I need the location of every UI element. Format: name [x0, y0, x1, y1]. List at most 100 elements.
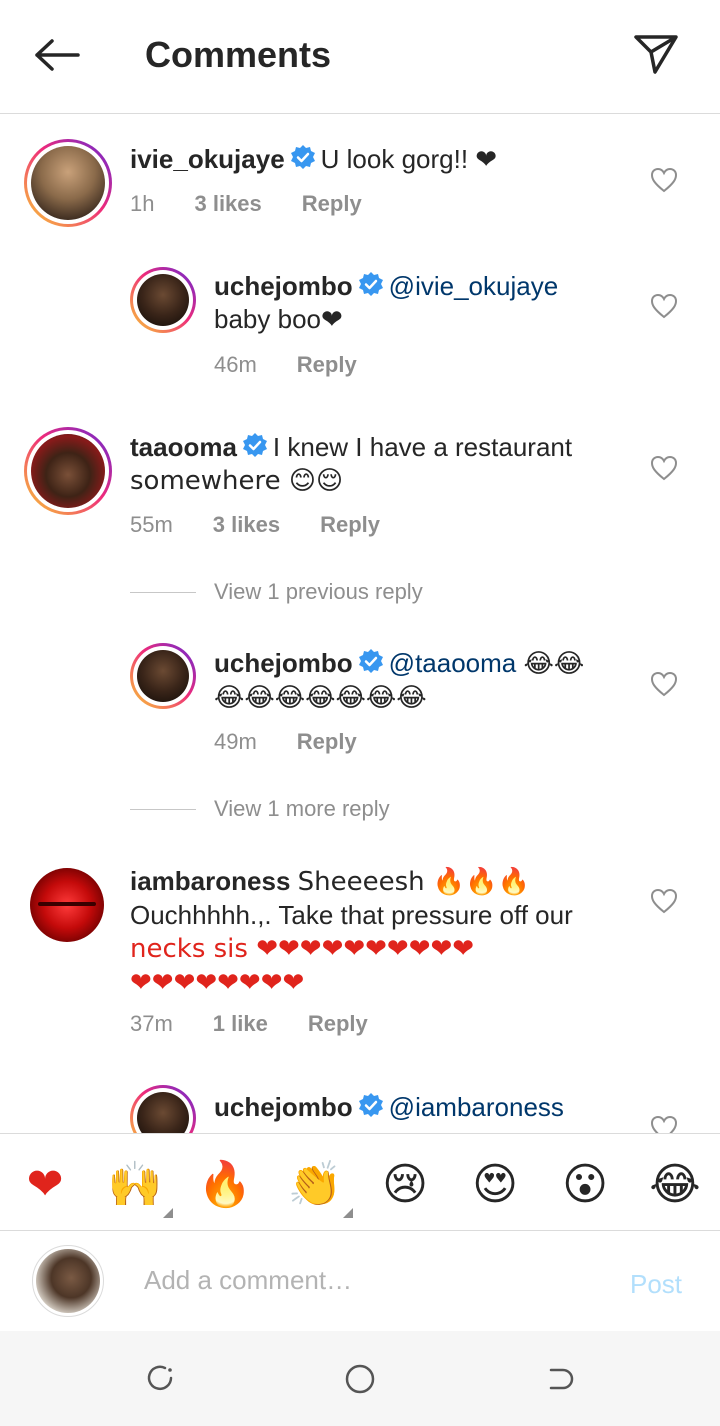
- view-replies-label[interactable]: View 1 previous reply: [214, 579, 423, 605]
- heart-outline-icon[interactable]: [650, 293, 678, 319]
- reply-button[interactable]: Reply: [297, 351, 357, 379]
- view-previous-replies[interactable]: View 1 previous reply: [130, 579, 423, 605]
- heart-outline-icon[interactable]: [650, 167, 678, 193]
- back-button[interactable]: [28, 32, 84, 78]
- comment-body-line1: I knew I have a restaurant: [272, 432, 573, 462]
- comment-text: uchejombo @taaooma 😂😂 😂😂😂😂😂😂😂: [214, 647, 634, 715]
- likes-count[interactable]: 3 likes: [194, 190, 261, 218]
- comment-item: iambaroness Sheeeesh 🔥🔥🔥 Ouchhhhh.,. Take…: [0, 850, 720, 1050]
- comment-time: 55m: [130, 512, 173, 537]
- heart-outline-icon[interactable]: [650, 671, 678, 697]
- divider-line: [130, 808, 196, 810]
- comment-text: taaooma I knew I have a restaurant somewhe…: [130, 431, 630, 498]
- recent-apps-button[interactable]: [142, 1361, 178, 1397]
- comment-body-line2: Ouchhhhh.,. Take that pressure off our: [130, 900, 573, 930]
- verified-badge-icon: [358, 272, 383, 296]
- username[interactable]: uchejombo: [214, 271, 353, 301]
- reply-item: uchejombo @taaooma 😂😂 😂😂😂😂😂😂😂 49m Reply: [0, 625, 720, 785]
- likes-count[interactable]: 1 like: [213, 1010, 268, 1038]
- heart-outline-icon[interactable]: [650, 1115, 678, 1133]
- avatar[interactable]: [24, 427, 112, 515]
- username[interactable]: taaooma: [130, 432, 237, 462]
- emoji-crying-face[interactable]: 😢: [375, 1156, 435, 1212]
- emoji-tears-of-joy[interactable]: 😂: [645, 1156, 705, 1212]
- paper-plane-icon: [634, 35, 678, 74]
- username[interactable]: uchejombo: [214, 648, 353, 678]
- comment-body: baby boo❤: [214, 304, 343, 334]
- skin-tone-indicator: [163, 1208, 173, 1218]
- reply-button[interactable]: Reply: [297, 728, 357, 756]
- comment-item: taaooma I knew I have a restaurant somewhe…: [0, 405, 720, 565]
- comment-time: 37m: [130, 1011, 173, 1036]
- comment-time: 46m: [214, 352, 257, 377]
- comment-time: 1h: [130, 191, 155, 216]
- avatar[interactable]: [30, 868, 104, 942]
- mention-link[interactable]: @taaooma: [389, 648, 517, 678]
- emoji-reaction-bar: ❤ 🙌 🔥 👏 😢 😍 😮 😂: [0, 1133, 720, 1231]
- comments-list[interactable]: ivie_okujaye U look gorg!! ❤ 1h 3 likes R…: [0, 115, 720, 1133]
- comment-meta: 37m 1 like Reply: [130, 1010, 368, 1038]
- username[interactable]: iambaroness: [130, 866, 290, 896]
- view-more-replies[interactable]: View 1 more reply: [130, 796, 390, 822]
- emoji-clapping-hands[interactable]: 👏: [285, 1156, 353, 1218]
- comment-input[interactable]: [144, 1265, 604, 1296]
- header-bar: Comments: [0, 0, 720, 114]
- emoji-heart-eyes[interactable]: 😍: [465, 1156, 525, 1212]
- verified-badge-icon: [358, 649, 383, 673]
- comment-body-line2: somewhere 😊😌: [130, 466, 344, 496]
- avatar[interactable]: [130, 267, 196, 333]
- view-replies-label[interactable]: View 1 more reply: [214, 796, 390, 822]
- home-circle-icon: [345, 1364, 375, 1394]
- comment-meta: 49m Reply: [214, 728, 357, 756]
- emoji-red-heart[interactable]: ❤: [15, 1156, 75, 1212]
- comment-body-line3: necks sis ❤❤❤❤❤❤❤❤❤❤: [130, 934, 475, 964]
- comment-meta: 46m Reply: [214, 351, 357, 379]
- reply-item: uchejombo @ivie_okujayebaby boo❤ 46m Repl…: [0, 245, 720, 395]
- avatar[interactable]: [130, 643, 196, 709]
- heart-outline-icon[interactable]: [650, 888, 678, 914]
- emoji-raising-hands[interactable]: 🙌: [105, 1156, 173, 1218]
- mention-link[interactable]: @ivie_okujaye: [389, 271, 558, 301]
- recent-apps-icon: [147, 1365, 173, 1391]
- comment-text: ivie_okujaye U look gorg!! ❤: [130, 143, 630, 176]
- post-button[interactable]: Post: [630, 1269, 682, 1300]
- comment-time: 49m: [214, 729, 257, 754]
- comment-item: ivie_okujaye U look gorg!! ❤ 1h 3 likes R…: [0, 115, 720, 245]
- skin-tone-indicator: [343, 1208, 353, 1218]
- comment-body-line1: Sheeeesh 🔥🔥🔥: [297, 867, 531, 897]
- avatar[interactable]: [130, 1085, 196, 1133]
- current-user-avatar[interactable]: [32, 1245, 104, 1317]
- comment-text: uchejombo @ivie_okujayebaby boo❤: [214, 270, 634, 336]
- back-nav-button[interactable]: [542, 1361, 578, 1397]
- heart-outline-icon[interactable]: [650, 455, 678, 481]
- comment-composer: Post: [0, 1231, 720, 1331]
- reply-button[interactable]: Reply: [308, 1010, 368, 1038]
- emoji-surprised-face[interactable]: 😮: [555, 1156, 615, 1212]
- home-button[interactable]: [342, 1361, 378, 1397]
- mention-link[interactable]: @iambaroness: [389, 1092, 564, 1122]
- username[interactable]: uchejombo: [214, 1092, 353, 1122]
- comment-body-line2: 😂😂😂😂😂😂😂: [214, 683, 427, 713]
- comment-meta: 1h 3 likes Reply: [130, 190, 362, 218]
- avatar[interactable]: [24, 139, 112, 227]
- system-navigation-bar: [0, 1331, 720, 1426]
- divider-line: [130, 591, 196, 593]
- verified-badge-icon: [358, 1093, 383, 1117]
- likes-count[interactable]: 3 likes: [213, 511, 280, 539]
- reply-button[interactable]: Reply: [302, 190, 362, 218]
- page-title: Comments: [145, 34, 332, 75]
- reply-button[interactable]: Reply: [320, 511, 380, 539]
- back-arrow-icon: [549, 1368, 574, 1390]
- comment-body-line1: 😂😂: [523, 649, 585, 679]
- comment-text: iambaroness Sheeeesh 🔥🔥🔥 Ouchhhhh.,. Take…: [130, 865, 630, 1000]
- reply-item: uchejombo @iambaroness: [0, 1075, 720, 1133]
- comment-meta: 55m 3 likes Reply: [130, 511, 380, 539]
- comment-body-line4: ❤❤❤❤❤❤❤❤: [130, 968, 305, 998]
- verified-badge-icon: [242, 433, 267, 457]
- username[interactable]: ivie_okujaye: [130, 144, 285, 174]
- arrow-left-icon: [35, 39, 80, 71]
- share-button[interactable]: [628, 28, 684, 80]
- emoji-fire[interactable]: 🔥: [195, 1156, 255, 1212]
- comment-body: U look gorg!! ❤: [320, 144, 498, 174]
- comment-text: uchejombo @iambaroness: [214, 1091, 634, 1124]
